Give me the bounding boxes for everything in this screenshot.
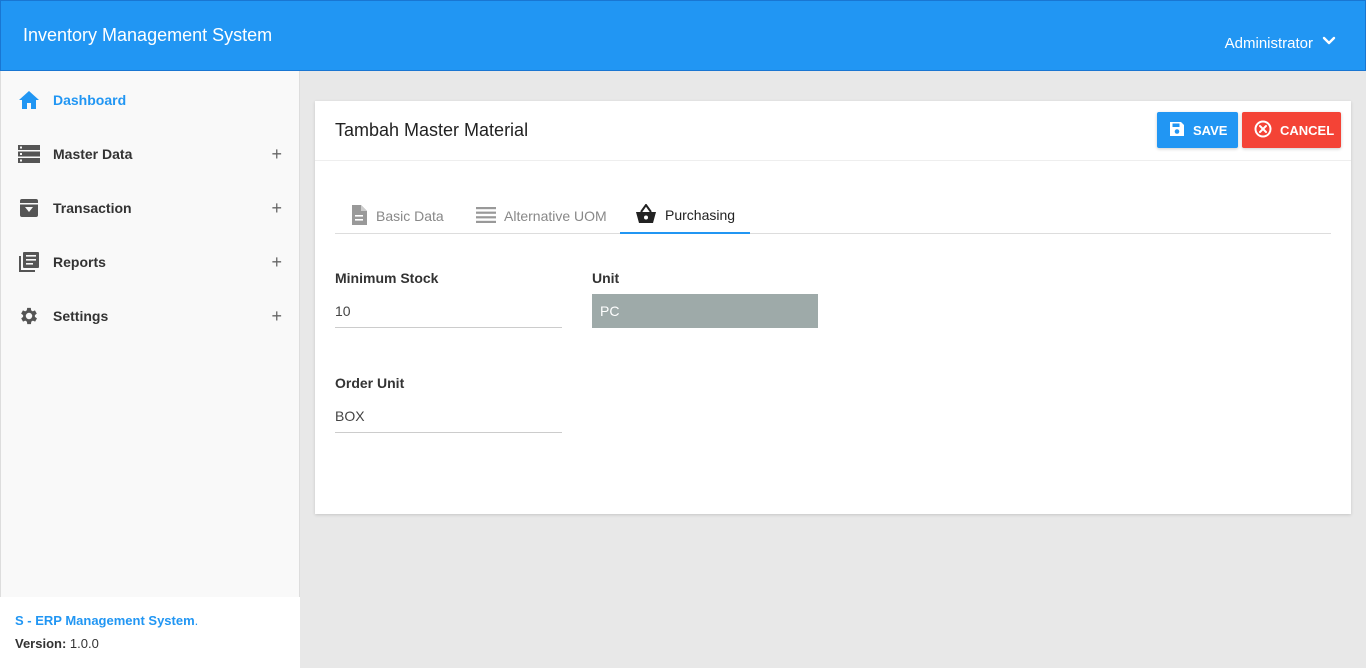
library-books-icon xyxy=(17,250,41,274)
sidebar-item-settings[interactable]: Settings + xyxy=(1,289,300,343)
document-icon xyxy=(350,204,368,228)
tab-purchasing[interactable]: Purchasing xyxy=(620,198,751,234)
brand-suffix: . xyxy=(194,613,199,628)
expand-icon[interactable]: + xyxy=(271,198,282,219)
sidebar-item-dashboard[interactable]: Dashboard xyxy=(1,73,300,127)
order-unit-input[interactable] xyxy=(335,399,562,433)
sidebar-footer: S - ERP Management System. Version: 1.0.… xyxy=(0,597,300,668)
sidebar: Dashboard Master Data + Transaction + Re… xyxy=(0,71,300,668)
cancel-icon xyxy=(1254,120,1272,141)
cancel-label: CANCEL xyxy=(1280,122,1335,138)
save-icon xyxy=(1169,121,1185,140)
user-name: Administrator xyxy=(1224,35,1313,52)
tab-basic-data[interactable]: Basic Data xyxy=(335,198,459,234)
page-title: Tambah Master Material xyxy=(335,120,529,140)
tab-label: Alternative UOM xyxy=(504,208,607,224)
user-menu[interactable]: Administrator xyxy=(1225,29,1337,52)
sidebar-item-label: Settings xyxy=(53,308,109,324)
sidebar-item-label: Master Data xyxy=(53,146,133,162)
list-icon xyxy=(17,142,41,166)
expand-icon[interactable]: + xyxy=(271,144,282,165)
form-tabs: Basic Data Alternative UOM Purchasing xyxy=(335,198,1331,234)
expand-icon[interactable]: + xyxy=(271,252,282,273)
unit-label: Unit xyxy=(592,270,620,286)
unit-input[interactable] xyxy=(592,294,818,328)
version-line: Version: 1.0.0 xyxy=(15,636,285,651)
tab-label: Basic Data xyxy=(376,208,444,224)
minimum-stock-input[interactable] xyxy=(335,294,562,328)
chevron-down-icon xyxy=(1321,33,1337,49)
brand-line: S - ERP Management System. xyxy=(15,613,285,628)
lines-icon xyxy=(476,206,496,226)
material-form-card: Tambah Master Material SAVE CANCEL Basic… xyxy=(315,101,1351,514)
version-value: 1.0.0 xyxy=(69,636,99,651)
card-header: Tambah Master Material SAVE CANCEL xyxy=(315,101,1351,161)
save-button[interactable]: SAVE xyxy=(1157,112,1238,148)
tab-label: Purchasing xyxy=(665,207,736,223)
sidebar-item-master-data[interactable]: Master Data + xyxy=(1,127,300,181)
app-title: Inventory Management System xyxy=(23,25,273,45)
cancel-button[interactable]: CANCEL xyxy=(1242,112,1341,148)
minimum-stock-label: Minimum Stock xyxy=(335,270,439,286)
save-label: SAVE xyxy=(1193,122,1228,138)
order-unit-label: Order Unit xyxy=(335,375,405,391)
sidebar-item-label: Reports xyxy=(53,254,106,270)
archive-icon xyxy=(17,196,41,220)
sidebar-item-reports[interactable]: Reports + xyxy=(1,235,300,289)
version-label: Version: xyxy=(15,636,67,651)
tab-alternative-uom[interactable]: Alternative UOM xyxy=(461,198,622,234)
expand-icon[interactable]: + xyxy=(271,306,282,327)
top-bar: Inventory Management System Administrato… xyxy=(0,0,1366,71)
basket-icon xyxy=(635,202,657,227)
sidebar-item-label: Dashboard xyxy=(53,92,127,108)
brand-name: S - ERP Management System xyxy=(15,613,195,628)
home-icon xyxy=(17,88,41,112)
gear-icon xyxy=(17,304,41,328)
sidebar-item-label: Transaction xyxy=(53,200,132,216)
sidebar-item-transaction[interactable]: Transaction + xyxy=(1,181,300,235)
